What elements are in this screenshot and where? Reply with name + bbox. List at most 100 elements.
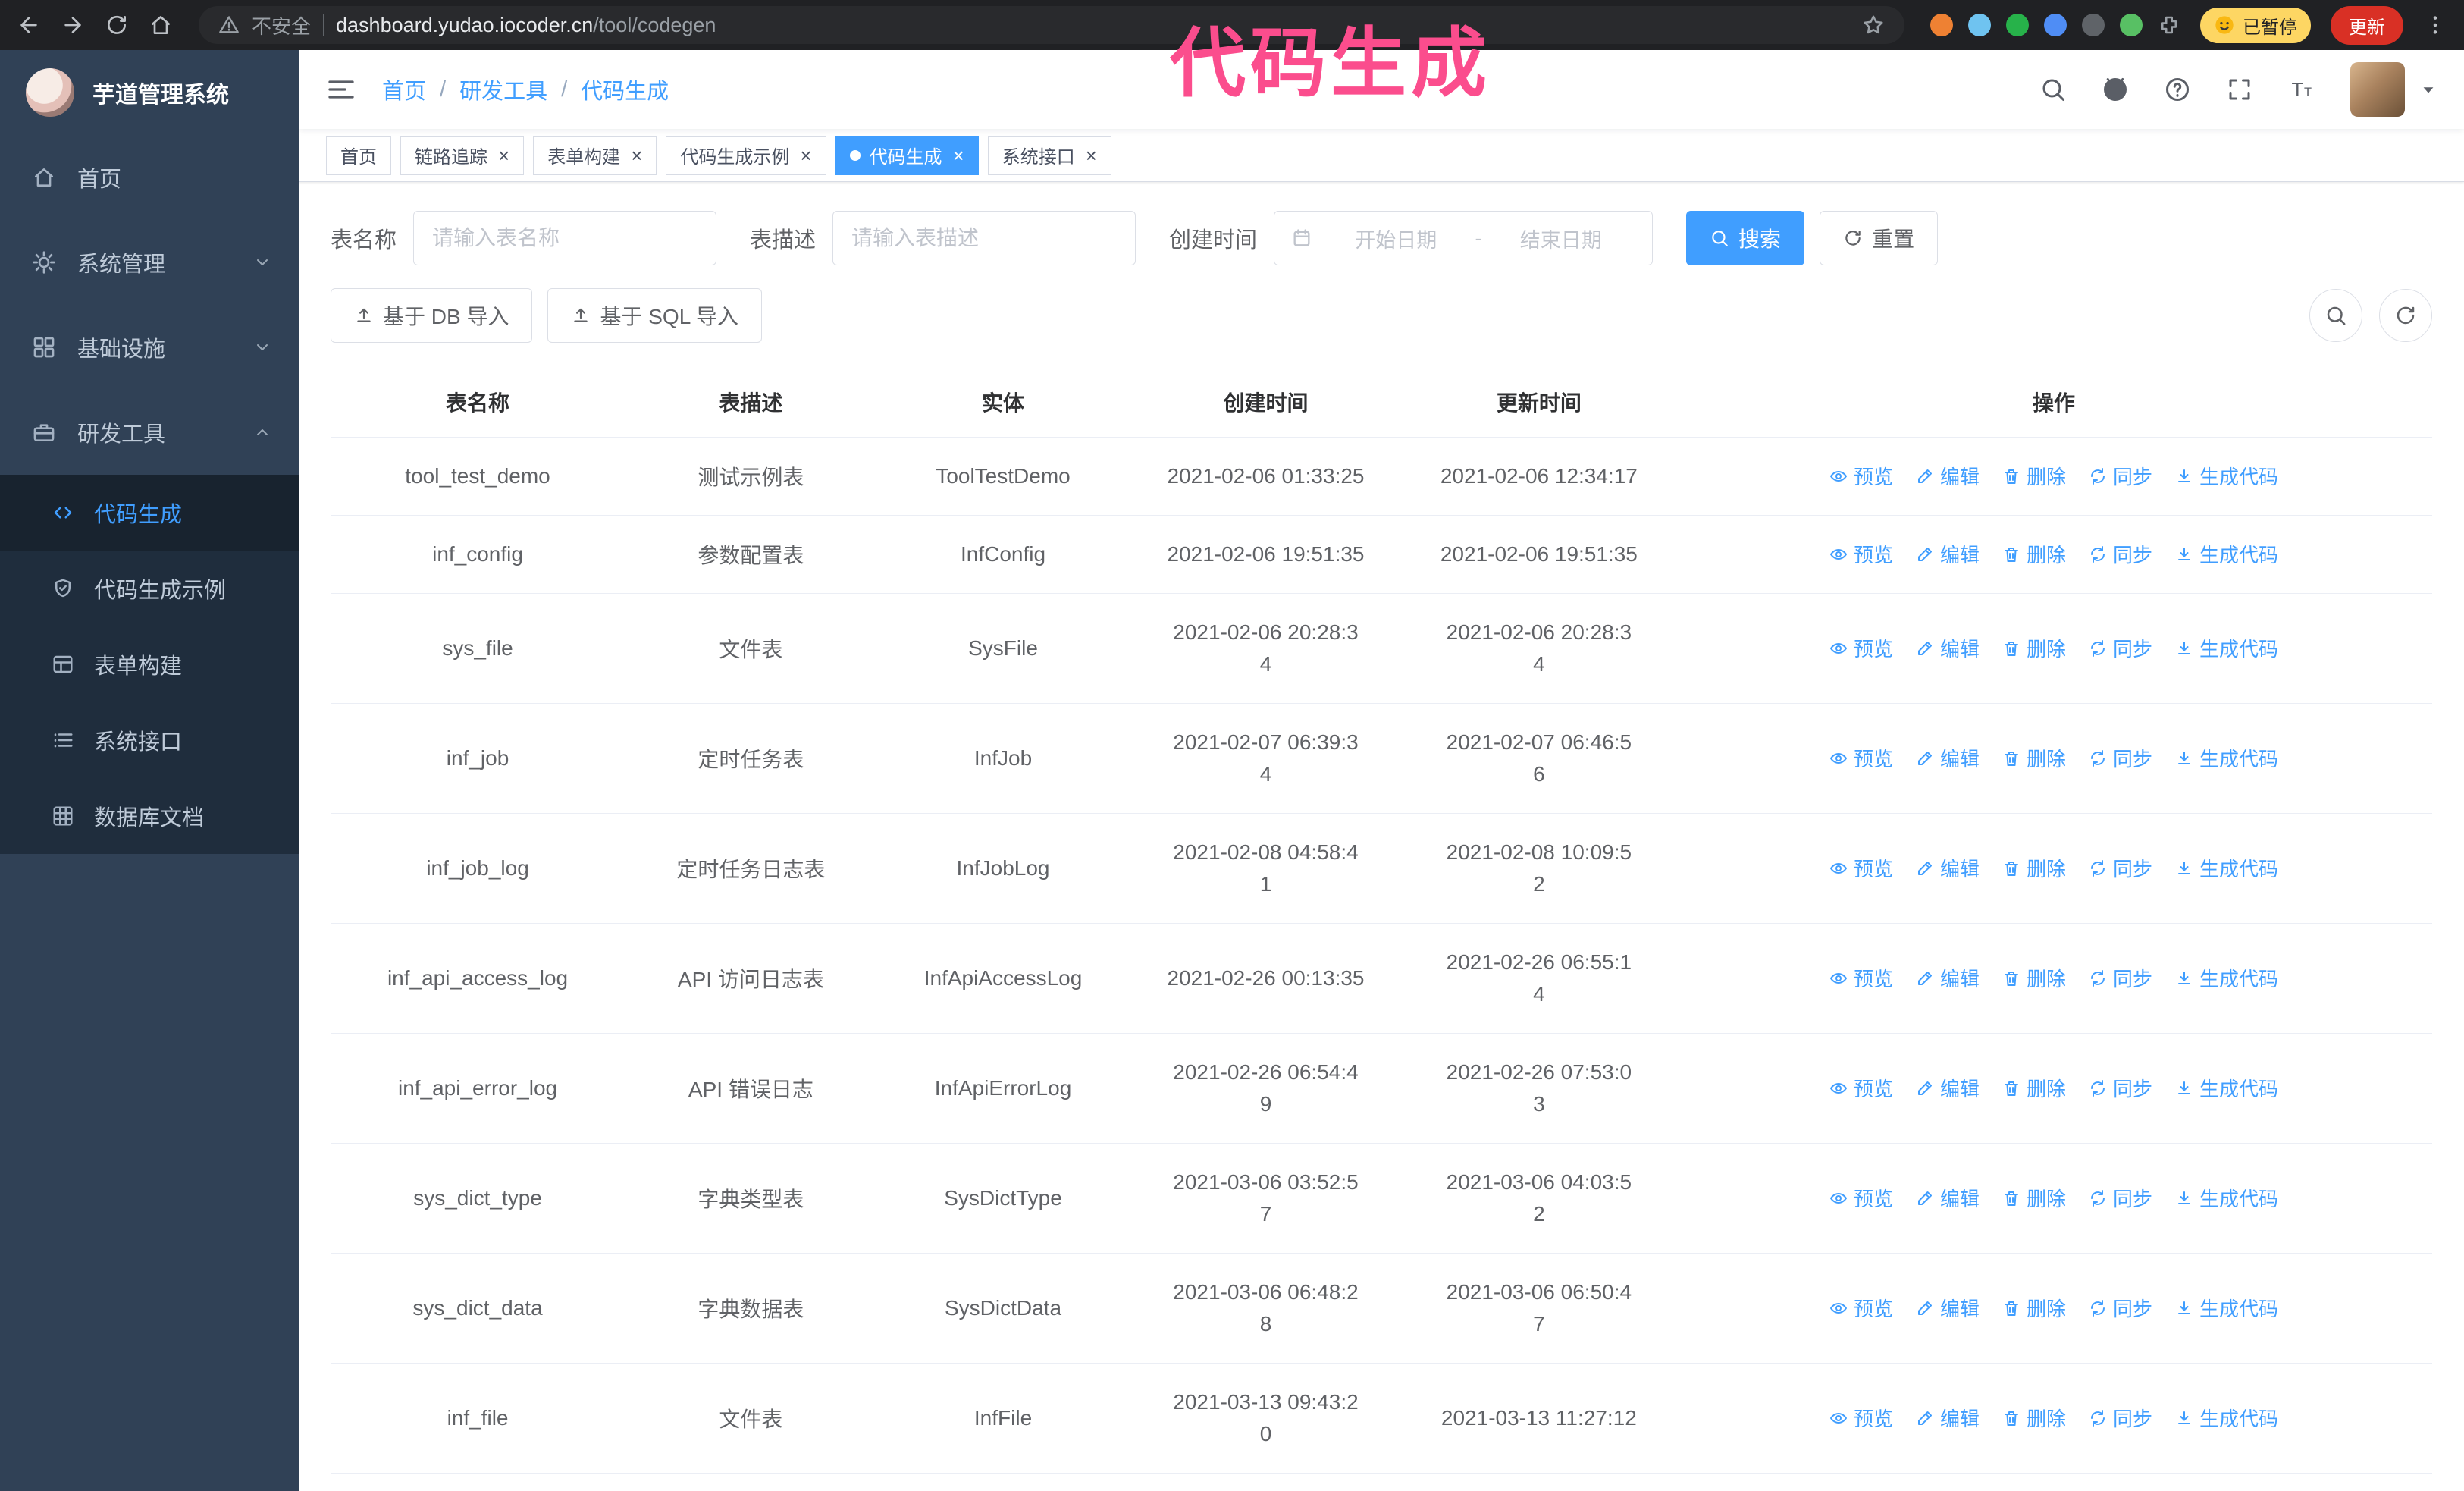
import-db-button[interactable]: 基于 DB 导入: [331, 288, 533, 343]
breadcrumb-item[interactable]: 首页: [382, 74, 426, 105]
action-eye[interactable]: 预览: [1829, 1294, 1893, 1322]
search-button[interactable]: 搜索: [1686, 211, 1805, 265]
action-sync[interactable]: 同步: [2089, 462, 2152, 490]
action-sync[interactable]: 同步: [2089, 1294, 2152, 1322]
action-eye[interactable]: 预览: [1829, 854, 1893, 882]
action-eye[interactable]: 预览: [1829, 540, 1893, 568]
breadcrumb-item[interactable]: 代码生成: [581, 74, 669, 105]
action-sync[interactable]: 同步: [2089, 540, 2152, 568]
sidebar-item[interactable]: 首页: [0, 135, 299, 220]
action-delete[interactable]: 删除: [2002, 1294, 2066, 1322]
action-edit[interactable]: 编辑: [1916, 540, 1980, 568]
action-edit[interactable]: 编辑: [1916, 1184, 1980, 1212]
green-check-extension-icon[interactable]: [2006, 14, 2029, 36]
blue-drop-extension-icon[interactable]: [1968, 14, 1991, 36]
action-edit[interactable]: 编辑: [1916, 964, 1980, 992]
font-size-icon[interactable]: TT: [2288, 76, 2315, 103]
action-sync[interactable]: 同步: [2089, 634, 2152, 662]
table-name-input[interactable]: [413, 211, 717, 265]
fullscreen-icon[interactable]: [2226, 76, 2253, 103]
sidebar-subitem[interactable]: 代码生成示例: [0, 551, 299, 626]
action-delete[interactable]: 删除: [2002, 634, 2066, 662]
create-time-range-picker[interactable]: 开始日期 - 结束日期: [1274, 211, 1654, 265]
tab-close-icon[interactable]: ×: [1086, 146, 1097, 165]
orange-extension-icon[interactable]: [1930, 14, 1953, 36]
tab-close-icon[interactable]: ×: [800, 146, 811, 165]
action-sync[interactable]: 同步: [2089, 1184, 2152, 1212]
action-sync[interactable]: 同步: [2089, 854, 2152, 882]
toggle-search-button[interactable]: [2309, 289, 2362, 342]
tab-链路追踪[interactable]: 链路追踪 ×: [400, 135, 525, 175]
action-delete[interactable]: 删除: [2002, 1404, 2066, 1432]
dark-extension-icon[interactable]: [2082, 14, 2105, 36]
breadcrumb-item[interactable]: 研发工具: [459, 74, 547, 105]
action-delete[interactable]: 删除: [2002, 744, 2066, 772]
hamburger-icon[interactable]: [326, 74, 356, 105]
action-eye[interactable]: 预览: [1829, 1404, 1893, 1432]
user-avatar[interactable]: [2350, 62, 2405, 117]
table-desc-input[interactable]: [832, 211, 1136, 265]
action-edit[interactable]: 编辑: [1916, 854, 1980, 882]
sidebar-item[interactable]: 基础设施: [0, 305, 299, 390]
sidebar-item[interactable]: 研发工具: [0, 390, 299, 475]
action-sync[interactable]: 同步: [2089, 964, 2152, 992]
action-delete[interactable]: 删除: [2002, 964, 2066, 992]
tab-close-icon[interactable]: ×: [498, 146, 509, 165]
action-delete[interactable]: 删除: [2002, 540, 2066, 568]
action-download[interactable]: 生成代码: [2175, 462, 2278, 490]
action-download[interactable]: 生成代码: [2175, 964, 2278, 992]
action-download[interactable]: 生成代码: [2175, 540, 2278, 568]
action-eye[interactable]: 预览: [1829, 744, 1893, 772]
sidebar-item[interactable]: 系统管理: [0, 220, 299, 305]
action-download[interactable]: 生成代码: [2175, 634, 2278, 662]
action-download[interactable]: 生成代码: [2175, 744, 2278, 772]
github-icon[interactable]: [2102, 76, 2129, 103]
action-edit[interactable]: 编辑: [1916, 744, 1980, 772]
action-eye[interactable]: 预览: [1829, 1184, 1893, 1212]
action-edit[interactable]: 编辑: [1916, 634, 1980, 662]
avatar-caret-icon[interactable]: [2420, 81, 2437, 98]
tab-close-icon[interactable]: ×: [631, 146, 642, 165]
tab-代码生成示例[interactable]: 代码生成示例 ×: [666, 135, 826, 175]
bookmark-star-icon[interactable]: [1862, 14, 1885, 36]
action-download[interactable]: 生成代码: [2175, 1404, 2278, 1432]
action-download[interactable]: 生成代码: [2175, 1294, 2278, 1322]
action-download[interactable]: 生成代码: [2175, 1074, 2278, 1102]
people-extension-icon[interactable]: [2044, 14, 2067, 36]
action-edit[interactable]: 编辑: [1916, 1294, 1980, 1322]
action-download[interactable]: 生成代码: [2175, 854, 2278, 882]
tab-首页[interactable]: 首页: [326, 135, 391, 175]
sidebar-subitem[interactable]: 代码生成: [0, 475, 299, 551]
action-eye[interactable]: 预览: [1829, 634, 1893, 662]
header-search-icon[interactable]: [2039, 76, 2067, 103]
action-eye[interactable]: 预览: [1829, 1074, 1893, 1102]
action-eye[interactable]: 预览: [1829, 964, 1893, 992]
refresh-button[interactable]: [2379, 289, 2432, 342]
sidebar-subitem[interactable]: 数据库文档: [0, 778, 299, 854]
action-download[interactable]: 生成代码: [2175, 1184, 2278, 1212]
import-sql-button[interactable]: 基于 SQL 导入: [547, 288, 763, 343]
tab-代码生成[interactable]: 代码生成 ×: [835, 135, 979, 175]
address-bar[interactable]: 不安全 dashboard.yudao.iocoder.cn/tool/code…: [199, 6, 1904, 44]
puzzle-extension-icon[interactable]: [2158, 14, 2180, 36]
paused-badge[interactable]: 已暂停: [2200, 7, 2311, 43]
browser-menu-icon[interactable]: [2423, 13, 2447, 37]
leaf-extension-icon[interactable]: [2120, 14, 2143, 36]
reset-button[interactable]: 重置: [1820, 211, 1939, 265]
logo[interactable]: 芋道管理系统: [0, 50, 299, 135]
sidebar-subitem[interactable]: 表单构建: [0, 626, 299, 702]
reload-icon[interactable]: [105, 13, 129, 37]
action-eye[interactable]: 预览: [1829, 462, 1893, 490]
action-delete[interactable]: 删除: [2002, 462, 2066, 490]
action-delete[interactable]: 删除: [2002, 1074, 2066, 1102]
action-edit[interactable]: 编辑: [1916, 1074, 1980, 1102]
action-delete[interactable]: 删除: [2002, 854, 2066, 882]
sidebar-subitem[interactable]: 系统接口: [0, 702, 299, 778]
action-edit[interactable]: 编辑: [1916, 1404, 1980, 1432]
action-edit[interactable]: 编辑: [1916, 462, 1980, 490]
forward-icon[interactable]: [61, 13, 85, 37]
tab-close-icon[interactable]: ×: [953, 146, 964, 165]
tab-表单构建[interactable]: 表单构建 ×: [533, 135, 657, 175]
action-delete[interactable]: 删除: [2002, 1184, 2066, 1212]
browser-home-icon[interactable]: [149, 13, 173, 37]
